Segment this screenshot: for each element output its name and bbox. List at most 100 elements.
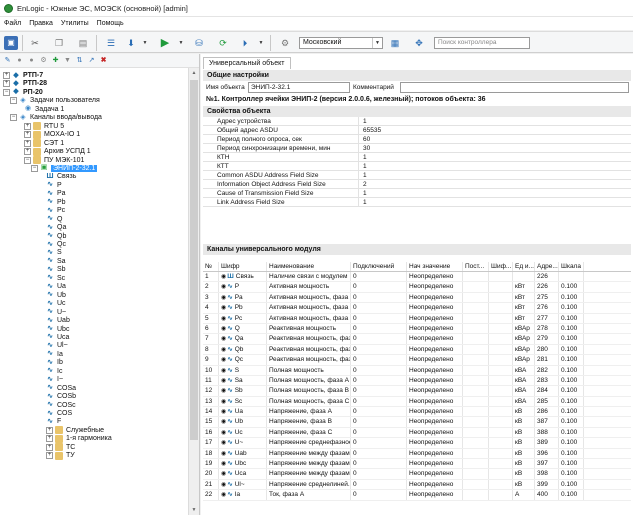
paste-icon[interactable]: ▤: [76, 36, 90, 50]
controller-search-input[interactable]: Поиск контроллера: [434, 37, 530, 49]
column-header[interactable]: Пост...: [463, 262, 489, 271]
property-row[interactable]: Common ASDU Address Field Size 1: [203, 171, 631, 180]
menu-edit[interactable]: Правка: [29, 20, 53, 27]
expand-icon[interactable]: +: [3, 72, 10, 79]
column-header[interactable]: Адре...: [535, 262, 559, 271]
table-row[interactable]: 2 ◉∿ P Активная мощность 0 Неопределено кВт 226…: [203, 282, 631, 293]
property-row[interactable]: КТТ 1: [203, 162, 631, 171]
circle-icon[interactable]: ●: [15, 56, 24, 65]
list-icon[interactable]: ☰: [104, 36, 118, 50]
collapse-icon[interactable]: −: [24, 156, 31, 164]
table-row[interactable]: 6 ◉∿ Q Реактивная мощность 0 Неопределено кВАр…: [203, 323, 631, 335]
eye-icon[interactable]: ◉: [221, 295, 226, 301]
scroll-up-icon[interactable]: ▲: [189, 68, 199, 78]
filter-icon[interactable]: ▼: [63, 56, 72, 65]
eye-icon[interactable]: ◉: [221, 461, 226, 467]
expand-icon[interactable]: +: [3, 80, 10, 88]
property-row[interactable]: Information Object Address Field Size 2: [203, 180, 631, 189]
expand-icon[interactable]: +: [24, 131, 31, 139]
column-header[interactable]: Нач значение: [407, 262, 463, 271]
chevron-down-icon[interactable]: ▼: [138, 36, 152, 50]
expand-icon[interactable]: +: [24, 148, 31, 156]
plus-icon[interactable]: ✚: [51, 56, 60, 65]
menu-utilities[interactable]: Утилиты: [61, 20, 89, 27]
table-row[interactable]: 13 ◉∿ Sc Полная мощность, фаза С 0 Неопределе…: [203, 396, 631, 408]
expand-icon[interactable]: +: [46, 452, 53, 460]
eye-icon[interactable]: ◉: [221, 419, 226, 425]
expand-icon[interactable]: +: [24, 139, 31, 147]
gear-icon[interactable]: ⚙: [278, 36, 292, 50]
property-row[interactable]: КТН 1: [203, 153, 631, 162]
menu-file[interactable]: Файл: [4, 20, 21, 27]
eye-icon[interactable]: ◉: [221, 378, 226, 384]
property-value[interactable]: 1: [359, 117, 367, 125]
eye-icon[interactable]: ◉: [221, 357, 226, 363]
comment-field[interactable]: [400, 82, 629, 93]
eye-icon[interactable]: ◉: [221, 326, 226, 332]
property-value[interactable]: 30: [359, 144, 370, 152]
table-row[interactable]: 9 ◉∿ Qc Реактивная мощность, фаз... 0 Неопред…: [203, 355, 631, 366]
table-row[interactable]: 22 ◉∿ Ia Ток, фаза А 0 Неопределено А 400 0.100: [203, 490, 631, 501]
table-row[interactable]: 19 ◉∿ Ubc Напряжение между фазам... 0 Неопред…: [203, 459, 631, 470]
sync-icon[interactable]: ⟳: [216, 36, 230, 50]
column-header[interactable]: Наименование: [267, 262, 351, 271]
table-row[interactable]: 7 ◉∿ Qa Реактивная мощность, фаз... 0 Неопред…: [203, 334, 631, 345]
table-row[interactable]: 12 ◉∿ Sb Полная мощность, фаза В 0 Неопределе…: [203, 386, 631, 397]
expand-icon[interactable]: +: [46, 426, 53, 434]
property-value[interactable]: 60: [359, 135, 370, 143]
tree-item[interactable]: + ТУ: [46, 451, 75, 460]
table-row[interactable]: 15 ◉∿ Ub Напряжение, фаза В 0 Неопределено кВ 3…: [203, 417, 631, 428]
eye-icon[interactable]: ◉: [221, 430, 226, 436]
scroll-thumb[interactable]: [190, 80, 198, 440]
table-row[interactable]: 3 ◉∿ Pa Активная мощность, фаза А 0 Неопредел…: [203, 292, 631, 304]
move-icon[interactable]: ✥: [412, 36, 426, 50]
table-row[interactable]: 11 ◉∿ Sa Полная мощность, фаза А 0 Неопределе…: [203, 375, 631, 387]
table-row[interactable]: 5 ◉∿ Pc Активная мощность, фаза С 0 Неопредел…: [203, 313, 631, 324]
object-name-field[interactable]: ЭНИП-2-32.1: [248, 82, 350, 93]
eye-icon[interactable]: ◉: [221, 274, 226, 280]
eye-icon[interactable]: ◉: [221, 316, 226, 322]
expand-icon[interactable]: +: [46, 435, 53, 443]
eye-icon[interactable]: ◉: [221, 482, 226, 488]
tree-scrollbar[interactable]: ▲ ▼: [188, 68, 199, 515]
calendar-icon[interactable]: ▦: [388, 36, 402, 50]
scroll-down-icon[interactable]: ▼: [189, 505, 199, 515]
table-row[interactable]: 4 ◉∿ Pb Активная мощность, фаза В 0 Неопредел…: [203, 303, 631, 314]
property-row[interactable]: Link Address Field Size 1: [203, 198, 631, 207]
property-value[interactable]: 1: [359, 153, 367, 161]
property-row[interactable]: Общий адрес ASDU 65535: [203, 126, 631, 135]
cut-icon[interactable]: ✂: [28, 36, 42, 50]
circle-icon[interactable]: ●: [27, 56, 36, 65]
column-header[interactable]: Шифр: [219, 262, 267, 271]
table-row[interactable]: 1 ◉Ш Связь Наличие связи с модулем 0 Неопреде…: [203, 272, 631, 283]
eye-icon[interactable]: ◉: [221, 409, 226, 415]
property-value[interactable]: 1: [359, 189, 367, 197]
eye-icon[interactable]: ◉: [221, 347, 226, 353]
property-row[interactable]: Адрес устройства 1: [203, 117, 631, 126]
eye-icon[interactable]: ◉: [221, 492, 226, 498]
sort-icon[interactable]: ⇅: [75, 56, 84, 65]
eye-icon[interactable]: ◉: [221, 399, 226, 405]
eye-icon[interactable]: ◉: [221, 336, 226, 342]
eye-icon[interactable]: ◉: [221, 284, 226, 290]
table-row[interactable]: 16 ◉∿ Uc Напряжение, фаза С 0 Неопределено кВ 3…: [203, 427, 631, 439]
property-row[interactable]: Период синхронизации времени, мин 30: [203, 144, 631, 153]
region-select[interactable]: Московский ▼: [299, 37, 383, 49]
run-icon[interactable]: ▶: [158, 36, 172, 50]
arrow-icon[interactable]: ↗: [87, 56, 96, 65]
column-header[interactable]: Подключений: [351, 262, 407, 271]
menu-help[interactable]: Помощь: [97, 20, 124, 27]
property-row[interactable]: Период полного опроса, сек 60: [203, 135, 631, 144]
property-value[interactable]: 1: [359, 162, 367, 170]
eye-icon[interactable]: ◉: [221, 451, 226, 457]
chevron-down-icon[interactable]: ▼: [254, 36, 268, 50]
table-row[interactable]: 8 ◉∿ Qb Реактивная мощность, фаз... 0 Неопред…: [203, 344, 631, 356]
table-row[interactable]: 10 ◉∿ S Полная мощность 0 Неопределено кВА 282 0…: [203, 365, 631, 376]
gear-icon[interactable]: ⚙: [39, 56, 48, 65]
copy-icon[interactable]: ❐: [52, 36, 66, 50]
table-row[interactable]: 21 ◉∿ Ul~ Напряжение среднелиней... 0 Неопред…: [203, 479, 631, 491]
collapse-icon[interactable]: −: [31, 164, 38, 172]
expand-icon[interactable]: +: [46, 443, 53, 451]
eye-icon[interactable]: ◉: [221, 471, 226, 477]
property-value[interactable]: 1: [359, 198, 367, 206]
